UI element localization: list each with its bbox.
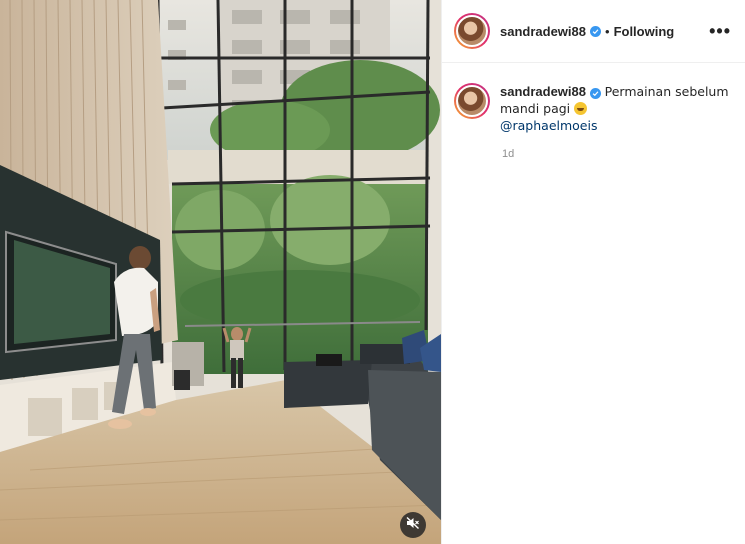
post-video[interactable] <box>0 0 441 544</box>
post-header: sandradewi88 • Following ••• <box>442 0 745 63</box>
author-username[interactable]: sandradewi88 <box>500 24 586 39</box>
post-side-panel: sandradewi88 • Following ••• sandradewi8… <box>441 0 745 544</box>
mute-toggle-button[interactable] <box>400 512 426 538</box>
post-timestamp[interactable]: 1d <box>502 148 745 160</box>
caption-mention-link[interactable]: @raphaelmoeis <box>500 117 731 134</box>
separator-dot: • <box>605 23 610 39</box>
video-frame <box>0 0 441 544</box>
post-caption: sandradewi88 Permainan sebelum mandi pag… <box>442 63 745 134</box>
laughing-emoji-icon <box>573 102 587 115</box>
following-button[interactable]: Following <box>614 24 675 39</box>
more-options-icon[interactable]: ••• <box>709 21 731 42</box>
verified-badge-icon <box>590 25 601 37</box>
caption-username[interactable]: sandradewi88 <box>500 84 586 99</box>
author-avatar[interactable] <box>454 13 490 49</box>
verified-badge-icon <box>590 88 601 99</box>
caption-avatar[interactable] <box>454 83 490 119</box>
caption-body: sandradewi88 Permainan sebelum mandi pag… <box>500 83 731 134</box>
muted-speaker-icon <box>406 516 420 535</box>
post-modal: sandradewi88 • Following ••• sandradewi8… <box>0 0 745 544</box>
